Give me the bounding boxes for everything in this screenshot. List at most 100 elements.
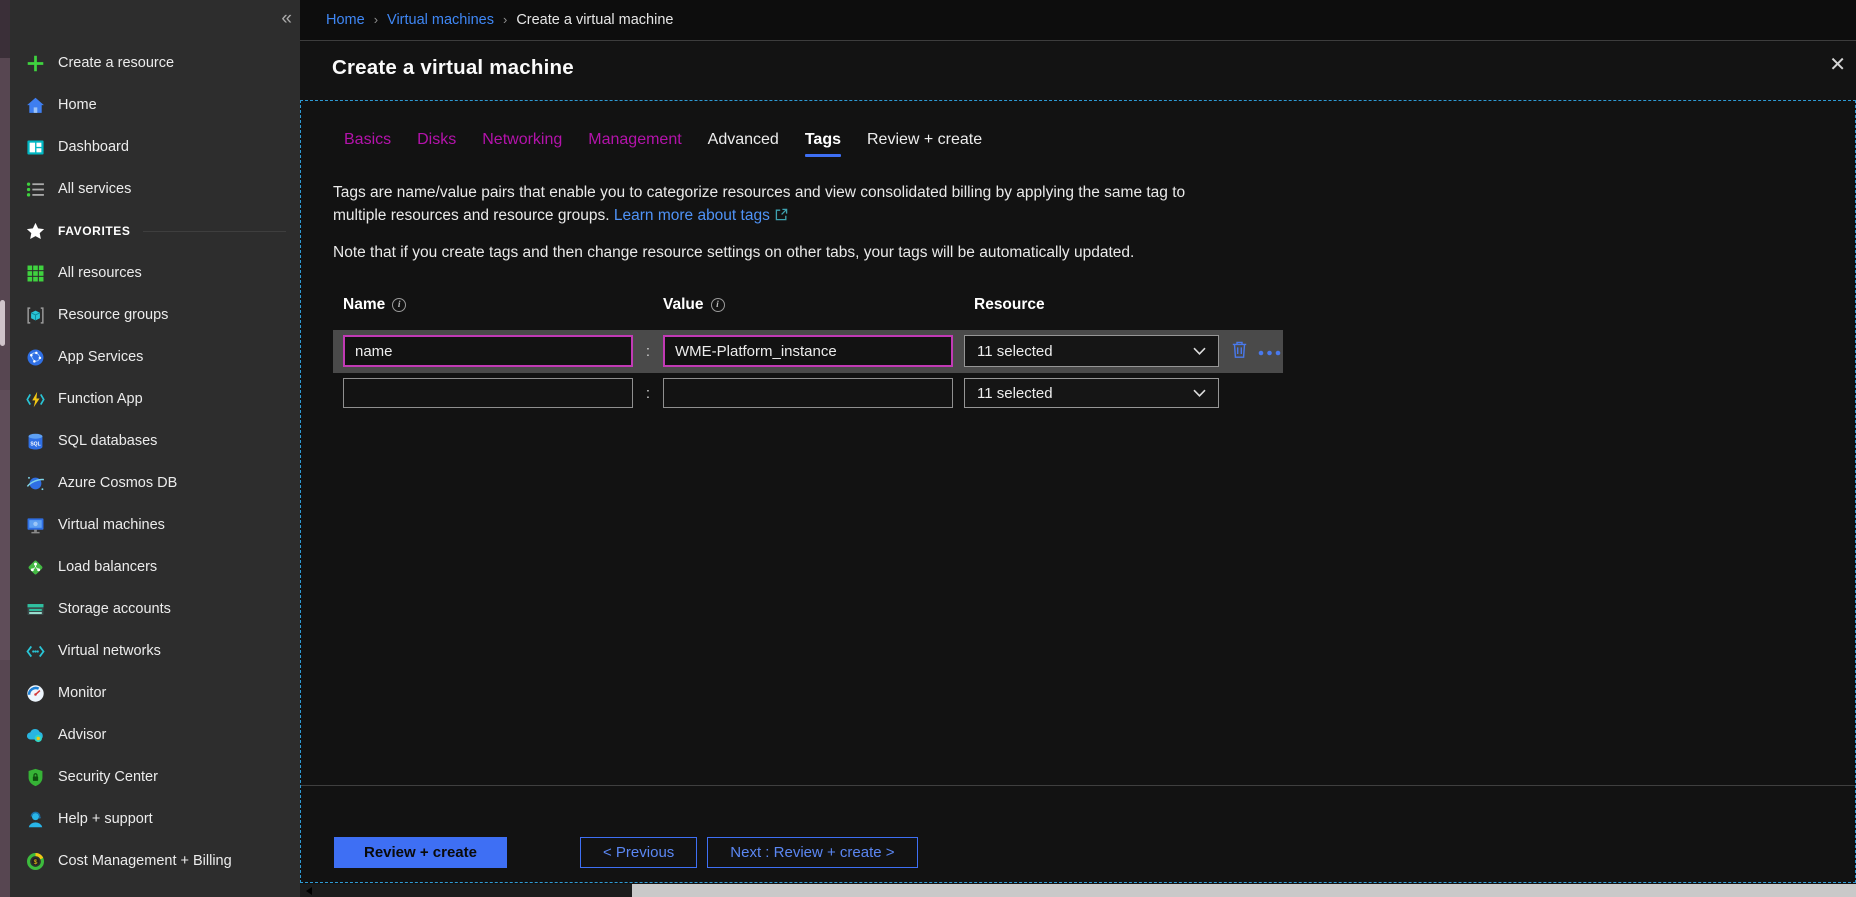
sidebar-item-function-app[interactable]: Function App — [10, 378, 300, 420]
horizontal-scrollbar[interactable] — [300, 884, 1856, 897]
sidebar-item-load-balancers[interactable]: Load balancers — [10, 546, 300, 588]
info-icon[interactable]: i — [711, 298, 725, 312]
sidebar-item-label: Azure Cosmos DB — [58, 475, 177, 491]
tab-basics[interactable]: Basics — [344, 131, 391, 157]
tag-value-input[interactable] — [663, 335, 953, 367]
sidebar-item-app-services[interactable]: App Services — [10, 336, 300, 378]
resource-dropdown[interactable]: 11 selected — [964, 335, 1219, 367]
tab-management[interactable]: Management — [588, 131, 681, 157]
sidebar-item-virtual-networks[interactable]: Virtual networks — [10, 630, 300, 672]
sidebar-item-label: FAVORITES — [58, 224, 131, 238]
sidebar-item-all-services[interactable]: All services — [10, 168, 300, 210]
sidebar-item-all-resources[interactable]: All resources — [10, 252, 300, 294]
tag-value-input[interactable] — [663, 378, 953, 408]
tags-note: Note that if you create tags and then ch… — [333, 241, 1855, 264]
trash-icon — [1231, 340, 1248, 362]
tab-disks[interactable]: Disks — [417, 131, 456, 157]
chevron-down-icon — [1193, 389, 1206, 397]
resource-dropdown-value: 11 selected — [977, 343, 1053, 360]
more-options-button[interactable] — [1258, 344, 1281, 359]
sidebar-item-label: Virtual machines — [58, 517, 165, 533]
next-button[interactable]: Next : Review + create > — [707, 837, 917, 868]
close-icon[interactable]: ✕ — [1829, 52, 1846, 77]
sidebar-item-label: SQL databases — [58, 433, 157, 449]
delete-tag-button[interactable] — [1231, 340, 1248, 362]
column-header-name: Namei — [343, 296, 633, 314]
resource-dropdown[interactable]: 11 selected — [964, 378, 1219, 408]
sidebar-item-home[interactable]: Home — [10, 84, 300, 126]
blade-header: Create a virtual machine ✕ — [300, 42, 1856, 100]
tab-advanced[interactable]: Advanced — [708, 131, 779, 157]
sidebar-item-resource-groups[interactable]: Resource groups — [10, 294, 300, 336]
cube-icon — [25, 305, 46, 326]
gauge-icon — [25, 683, 46, 704]
tag-name-input[interactable] — [343, 335, 633, 367]
plus-icon — [25, 53, 46, 74]
breadcrumb-virtual-machines[interactable]: Virtual machines — [387, 12, 494, 28]
breadcrumb-home[interactable]: Home — [326, 12, 365, 28]
sidebar-item-label: Create a resource — [58, 55, 174, 71]
learn-more-link[interactable]: Learn more about tags — [614, 207, 788, 224]
home-icon — [25, 95, 46, 116]
tags-table-rows: :11 selected:11 selected — [333, 330, 1855, 408]
sidebar-item-sql-databases[interactable]: SQL SQL databases — [10, 420, 300, 462]
column-header-label: Name — [343, 296, 385, 314]
ellipsis-icon — [1258, 344, 1281, 359]
tags-panel: Basics Disks Networking Management Advanced T… — [300, 100, 1856, 883]
main-area: Home›Virtual machines›Create a virtual m… — [300, 0, 1856, 897]
tab-strip: Basics Disks Networking Management Advanced T… — [344, 131, 1855, 157]
tags-description: Tags are name/value pairs that enable yo… — [333, 181, 1233, 228]
sidebar-item-storage-accounts[interactable]: Storage accounts — [10, 588, 300, 630]
sidebar-item-virtual-machines[interactable]: Virtual machines — [10, 504, 300, 546]
previous-button[interactable]: < Previous — [580, 837, 697, 868]
star-icon — [25, 221, 46, 242]
column-header-label: Resource — [974, 296, 1045, 314]
breadcrumb-create-a-virtual-machine: Create a virtual machine — [516, 12, 673, 28]
grid-icon — [25, 263, 46, 284]
info-icon[interactable]: i — [392, 298, 406, 312]
column-header-value: Valuei — [663, 296, 953, 314]
sidebar-item-label: Function App — [58, 391, 143, 407]
sidebar-item-security-center[interactable]: Security Center — [10, 756, 300, 798]
create-vm-blade: Create a virtual machine ✕ Basics Disks Ne… — [300, 42, 1856, 897]
billing-icon: $ — [25, 851, 46, 872]
shield-icon — [25, 767, 46, 788]
name-value-separator: : — [633, 385, 663, 402]
sql-icon: SQL — [25, 431, 46, 452]
row-actions — [1219, 340, 1283, 362]
sidebar-collapse-button[interactable]: « — [281, 8, 292, 30]
sidebar-item-favorites: FAVORITES — [10, 210, 300, 252]
sidebar-item-label: Advisor — [58, 727, 106, 743]
sidebar-item-advisor[interactable]: Advisor — [10, 714, 300, 756]
background-window-strip — [0, 0, 10, 897]
azure-portal: « Create a resourceHomeDashboardAll serv… — [0, 0, 1856, 897]
tags-table-header: NameiValueiResource — [343, 296, 1855, 314]
sidebar-item-azure-cosmos-db[interactable]: Azure Cosmos DB — [10, 462, 300, 504]
breadcrumb-trail: Home›Virtual machines›Create a virtual m… — [326, 11, 673, 29]
balancer-icon — [25, 557, 46, 578]
lightning-icon — [25, 389, 46, 410]
sidebar-item-create-a-resource[interactable]: Create a resource — [10, 42, 300, 84]
tab-networking[interactable]: Networking — [482, 131, 562, 157]
tab-tags[interactable]: Tags — [805, 131, 841, 157]
column-header-label: Value — [663, 296, 704, 314]
scrollbar-thumb[interactable] — [300, 884, 632, 897]
breadcrumb: Home›Virtual machines›Create a virtual m… — [300, 0, 1856, 41]
sidebar-item-label: Storage accounts — [58, 601, 171, 617]
sidebar-item-dashboard[interactable]: Dashboard — [10, 126, 300, 168]
tag-row: :11 selected — [333, 330, 1283, 373]
tab-review-create[interactable]: Review + create — [867, 131, 982, 157]
tag-row: : 11 selected — [343, 378, 1855, 408]
dashboard-icon — [25, 137, 46, 158]
advisor-icon — [25, 725, 46, 746]
sidebar-item-label: All resources — [58, 265, 142, 281]
review-create-button[interactable]: Review + create — [334, 837, 507, 868]
scroll-left-arrow-icon[interactable] — [306, 887, 312, 895]
sidebar-item-help-support[interactable]: Help + support — [10, 798, 300, 840]
background-window-scroll-thumb — [0, 300, 5, 346]
tag-name-input[interactable] — [343, 378, 633, 408]
sidebar-item-label: All services — [58, 181, 131, 197]
footer-buttons: Review + create < Previous Next : Review… — [334, 837, 918, 868]
sidebar-item-cost-management-billing[interactable]: $Cost Management + Billing — [10, 840, 300, 882]
sidebar-item-monitor[interactable]: Monitor — [10, 672, 300, 714]
